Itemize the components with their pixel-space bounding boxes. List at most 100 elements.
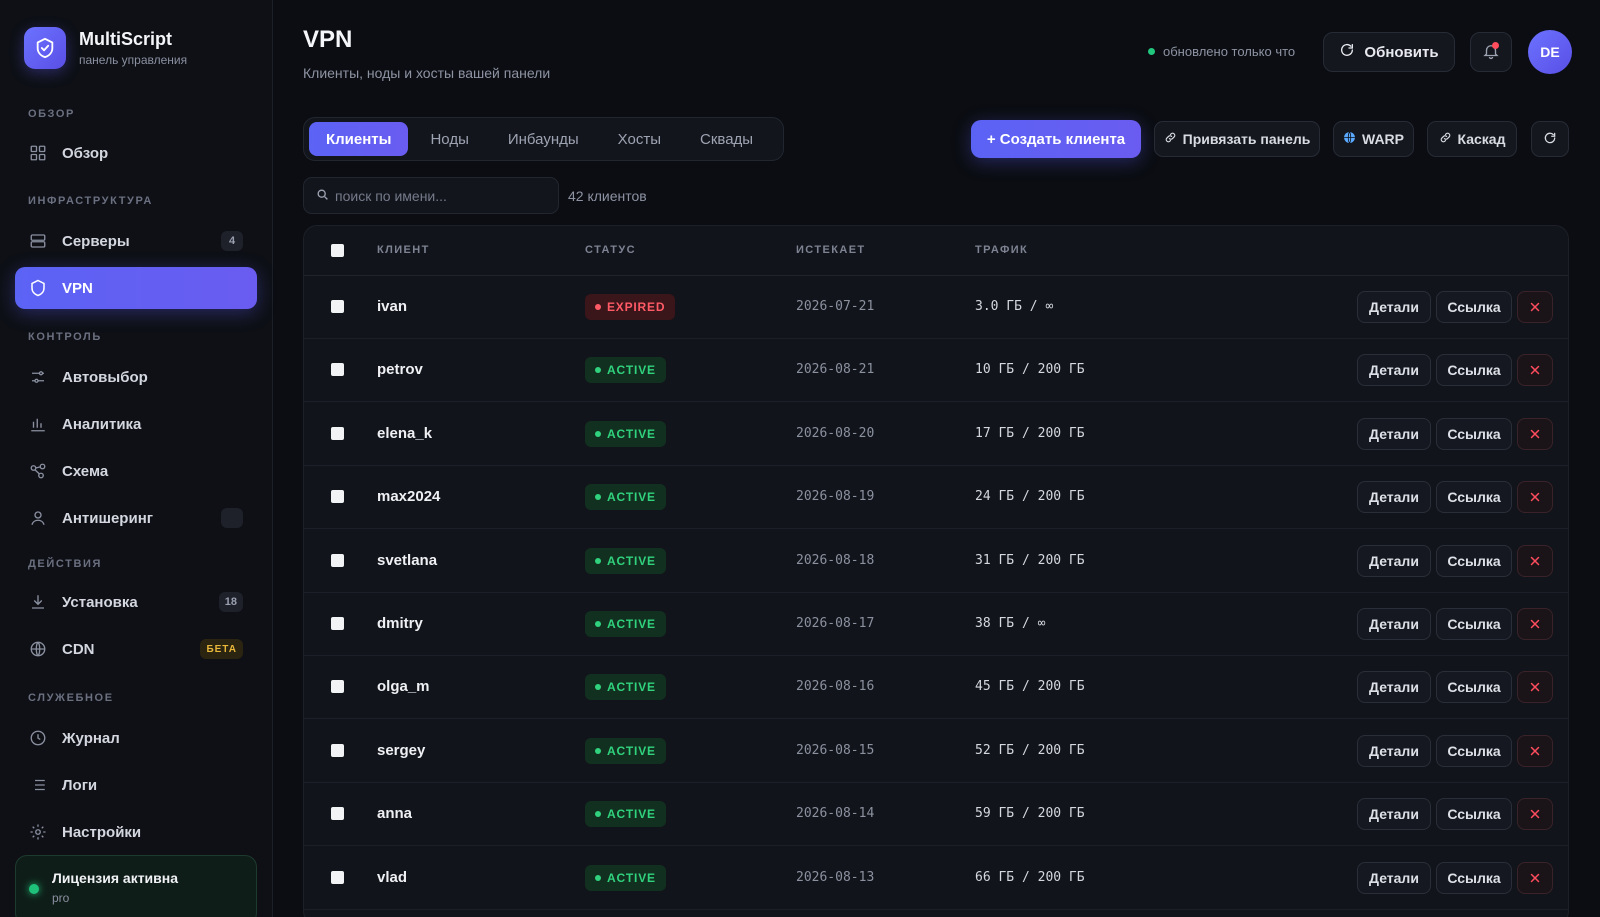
delete-button[interactable] xyxy=(1517,544,1553,577)
warp-button[interactable]: WARP xyxy=(1333,121,1414,157)
client-name: max2024 xyxy=(377,488,441,506)
delete-button[interactable] xyxy=(1517,671,1553,704)
delete-button[interactable] xyxy=(1517,354,1553,387)
install-count-badge: 18 xyxy=(218,592,243,612)
antisharing-badge xyxy=(221,508,243,528)
table-row[interactable]: anna ACTIVE 2026-08-14 59 ГБ / 200 ГБ Детали… xyxy=(304,783,1568,847)
delete-button[interactable] xyxy=(1517,291,1553,323)
details-button[interactable]: Детали xyxy=(1357,417,1431,450)
create-client-button[interactable]: + Создать клиента xyxy=(971,120,1141,158)
delete-button[interactable] xyxy=(1517,798,1553,831)
table-row[interactable]: svetlana ACTIVE 2026-08-18 31 ГБ / 200 ГБ Де… xyxy=(304,530,1568,593)
sidebar-item-antisharing[interactable]: Антишеринг xyxy=(15,497,257,539)
link-button[interactable]: Ссылка xyxy=(1436,544,1512,577)
sidebar-item-logs[interactable]: Логи xyxy=(15,764,257,806)
status-badge: ACTIVE xyxy=(585,547,666,574)
refresh-button[interactable]: Обновить xyxy=(1323,32,1455,72)
select-all-checkbox[interactable] xyxy=(331,244,344,257)
row-checkbox[interactable] xyxy=(331,553,344,567)
sidebar-item-label: Логи xyxy=(62,776,98,794)
sidebar-item-schema[interactable]: Схема xyxy=(15,450,257,492)
link-button[interactable]: Ссылка xyxy=(1436,861,1512,894)
link-icon xyxy=(1439,131,1452,147)
table-row[interactable]: vlad ACTIVE 2026-08-13 66 ГБ / 200 ГБ Детали… xyxy=(304,847,1568,910)
tab-inbounds[interactable]: Инбаунды xyxy=(491,122,596,156)
details-button[interactable]: Детали xyxy=(1357,734,1431,767)
status-text: ACTIVE xyxy=(607,680,656,695)
table-row[interactable]: max2024 ACTIVE 2026-08-19 24 ГБ / 200 ГБ Дет… xyxy=(304,466,1568,530)
update-status: обновлено только что xyxy=(1148,44,1295,59)
sidebar-item-install[interactable]: Установка 18 xyxy=(15,581,257,623)
row-checkbox[interactable] xyxy=(331,490,344,504)
table-row[interactable]: sergey ACTIVE 2026-08-15 52 ГБ / 200 ГБ Дета… xyxy=(304,720,1568,783)
bind-panel-label: Привязать панель xyxy=(1182,131,1311,147)
avatar[interactable]: DE xyxy=(1528,30,1572,74)
tab-hosts[interactable]: Хосты xyxy=(601,122,678,156)
link-button[interactable]: Ссылка xyxy=(1436,417,1512,450)
table-row[interactable]: dmitry ACTIVE 2026-08-17 38 ГБ / ∞ Детали Ссы… xyxy=(304,593,1568,656)
link-button[interactable]: Ссылка xyxy=(1436,291,1512,323)
close-icon xyxy=(1530,873,1540,882)
brand[interactable]: MultiScript панель управления xyxy=(24,27,187,69)
tab-squads[interactable]: Сквады xyxy=(683,122,770,156)
tab-nodes[interactable]: Ноды xyxy=(413,122,485,156)
row-checkbox[interactable] xyxy=(331,426,344,440)
expires-date: 2026-08-15 xyxy=(796,742,875,758)
row-checkbox[interactable] xyxy=(331,680,344,694)
reload-button[interactable] xyxy=(1531,121,1569,157)
link-button[interactable]: Ссылка xyxy=(1436,354,1512,387)
brand-title: MultiScript xyxy=(79,29,172,49)
details-button[interactable]: Детали xyxy=(1357,608,1431,640)
status-badge: ACTIVE xyxy=(585,737,666,764)
delete-button[interactable] xyxy=(1517,861,1553,894)
search-input[interactable] xyxy=(335,187,535,204)
link-button[interactable]: Ссылка xyxy=(1436,671,1512,704)
traffic-value: 10 ГБ / 200 ГБ xyxy=(975,362,1085,378)
details-button[interactable]: Детали xyxy=(1357,798,1431,831)
link-button[interactable]: Ссылка xyxy=(1436,798,1512,831)
sidebar-item-overview[interactable]: Обзор xyxy=(15,132,257,174)
table-row[interactable]: ivan EXPIRED 2026-07-21 3.0 ГБ / ∞ Детали Ссы… xyxy=(304,276,1568,339)
cascade-button[interactable]: Каскад xyxy=(1427,121,1517,157)
sidebar-item-cdn[interactable]: CDN БЕТА xyxy=(15,628,257,670)
details-button[interactable]: Детали xyxy=(1357,354,1431,387)
table-row[interactable]: olga_m ACTIVE 2026-08-16 45 ГБ / 200 ГБ Дета… xyxy=(304,656,1568,720)
row-checkbox[interactable] xyxy=(331,743,344,757)
row-checkbox[interactable] xyxy=(331,807,344,821)
row-checkbox[interactable] xyxy=(331,617,344,630)
link-button[interactable]: Ссылка xyxy=(1436,608,1512,640)
bind-panel-button[interactable]: Привязать панель xyxy=(1154,121,1320,157)
details-button[interactable]: Детали xyxy=(1357,481,1431,514)
details-button[interactable]: Детали xyxy=(1357,291,1431,323)
expires-date: 2026-08-20 xyxy=(796,425,875,441)
gear-icon xyxy=(28,822,48,842)
table-row[interactable]: elena_k ACTIVE 2026-08-20 17 ГБ / 200 ГБ Дет… xyxy=(304,403,1568,466)
status-dot xyxy=(595,494,601,501)
sidebar-item-label: Обзор xyxy=(62,144,109,162)
details-button[interactable]: Детали xyxy=(1357,861,1431,894)
sidebar-item-analytics[interactable]: Аналитика xyxy=(15,403,257,445)
sidebar-item-vpn[interactable]: VPN xyxy=(15,267,257,309)
close-icon xyxy=(1530,683,1540,692)
notifications-button[interactable] xyxy=(1470,32,1512,72)
table-row[interactable]: petrov ACTIVE 2026-08-21 10 ГБ / 200 ГБ Дета… xyxy=(304,339,1568,403)
sidebar-item-journal[interactable]: Журнал xyxy=(15,717,257,759)
sidebar-item-servers[interactable]: Серверы 4 xyxy=(15,220,257,262)
delete-button[interactable] xyxy=(1517,608,1553,640)
link-button[interactable]: Ссылка xyxy=(1436,481,1512,514)
row-checkbox[interactable] xyxy=(331,870,344,884)
delete-button[interactable] xyxy=(1517,481,1553,514)
sidebar-item-settings[interactable]: Настройки xyxy=(15,811,257,853)
delete-button[interactable] xyxy=(1517,734,1553,767)
link-button[interactable]: Ссылка xyxy=(1436,734,1512,767)
delete-button[interactable] xyxy=(1517,417,1553,450)
details-button[interactable]: Детали xyxy=(1357,671,1431,704)
row-checkbox[interactable] xyxy=(331,300,344,313)
row-checkbox[interactable] xyxy=(331,363,344,377)
section-label-control: КОНТРОЛЬ xyxy=(28,331,102,343)
brand-subtitle: панель управления xyxy=(79,53,188,67)
details-button[interactable]: Детали xyxy=(1357,544,1431,577)
sidebar-item-label: Схема xyxy=(62,462,109,480)
tab-clients[interactable]: Клиенты xyxy=(309,122,409,156)
sidebar-item-autoselect[interactable]: Автовыбор xyxy=(15,356,257,398)
